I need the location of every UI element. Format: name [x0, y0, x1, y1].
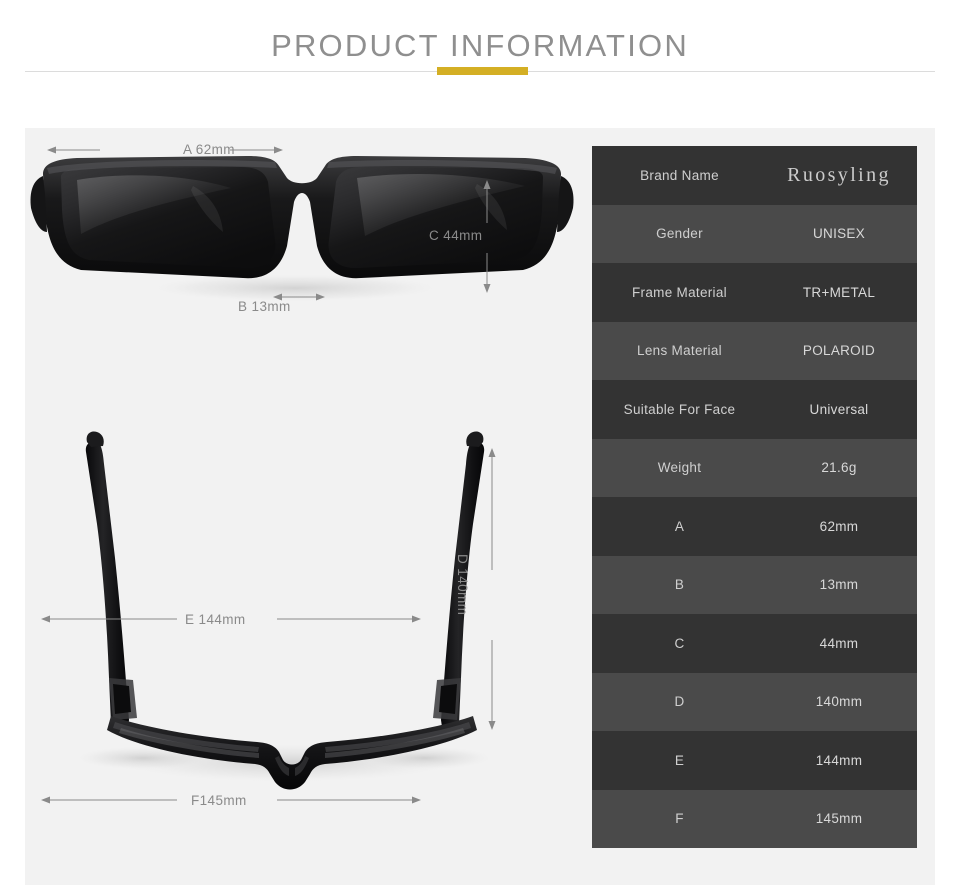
spec-key: A [674, 518, 685, 534]
spec-value-brand: Ruosyling [787, 163, 891, 186]
table-row: B 13mm [592, 555, 917, 614]
table-row: D 140mm [592, 672, 917, 731]
dimension-label-e: E 144mm [185, 612, 246, 627]
table-row: Brand Name Ruosyling [592, 146, 917, 205]
table-row: A 62mm [592, 497, 917, 556]
front-view-graphic [30, 146, 574, 302]
sunglasses-front-view: A 62mm B 13mm C 44mm [25, 128, 592, 428]
table-row: Suitable For Face Universal [592, 380, 917, 439]
dimension-label-d: D 140mm [455, 554, 470, 616]
spec-key: Brand Name [640, 167, 719, 183]
spec-key: Frame Material [632, 284, 727, 300]
diagram-column: A 62mm B 13mm C 44mm D 140mm E 144mm F14… [25, 128, 592, 885]
spec-value: 140mm [815, 694, 863, 710]
table-row: E 144mm [592, 731, 917, 790]
spec-key: C [674, 635, 685, 651]
spec-value: 44mm [819, 635, 859, 651]
spec-value: TR+METAL [802, 284, 876, 300]
spec-key: D [674, 694, 685, 710]
table-row: Gender UNISEX [592, 204, 917, 263]
product-information-page: PRODUCT INFORMATION A 62mm B 13mm C 44mm… [0, 0, 960, 886]
dimension-label-c: C 44mm [429, 228, 483, 243]
spec-value: 62mm [819, 518, 859, 534]
dimension-label-f: F145mm [191, 793, 247, 808]
page-title: PRODUCT INFORMATION [271, 28, 689, 63]
header-accent-bar [437, 67, 528, 75]
spec-value: UNISEX [812, 226, 866, 242]
table-row: Weight 21.6g [592, 438, 917, 497]
spec-key: F [675, 811, 684, 827]
spec-key: B [674, 577, 685, 593]
dimension-label-b: B 13mm [238, 299, 291, 314]
spec-value: Universal [809, 401, 869, 417]
product-spec-table: Brand Name Ruosyling Gender UNISEX Frame… [592, 146, 917, 848]
sunglasses-top-view: D 140mm E 144mm F145mm [25, 428, 592, 885]
table-row: C 44mm [592, 614, 917, 673]
spec-key: Gender [656, 226, 703, 242]
spec-value: 13mm [819, 577, 859, 593]
spec-value: 145mm [815, 811, 863, 827]
spec-key: Suitable For Face [623, 401, 736, 417]
dimension-label-a: A 62mm [183, 142, 235, 157]
spec-key: E [674, 752, 685, 768]
page-header: PRODUCT INFORMATION [0, 0, 960, 128]
table-row: Lens Material POLAROID [592, 321, 917, 380]
table-row: F 145mm [592, 789, 917, 848]
spec-value: POLAROID [802, 343, 876, 359]
spec-value: 144mm [815, 752, 863, 768]
content-panel: A 62mm B 13mm C 44mm D 140mm E 144mm F14… [25, 128, 935, 885]
top-view-graphic [41, 431, 496, 804]
table-row: Frame Material TR+METAL [592, 263, 917, 322]
spec-key: Weight [657, 460, 702, 476]
spec-value: 21.6g [821, 460, 857, 476]
spec-key: Lens Material [637, 343, 722, 359]
